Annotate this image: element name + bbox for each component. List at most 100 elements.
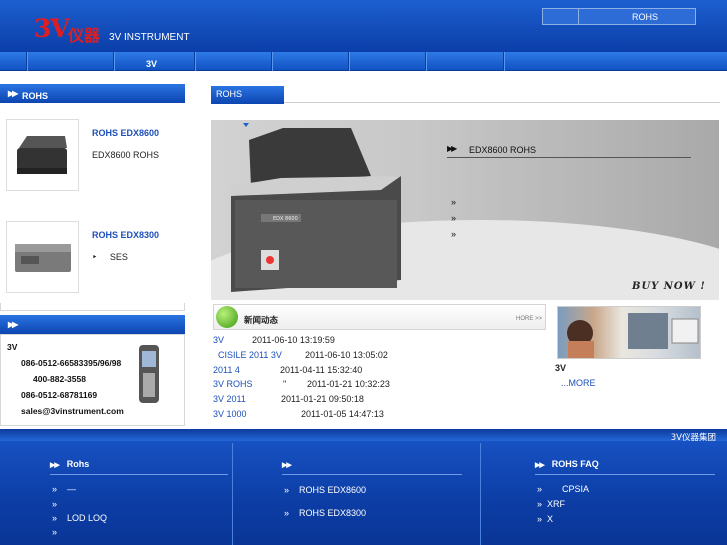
product-image-edx8300[interactable]: [6, 221, 79, 293]
contact-company: 3V: [7, 342, 18, 352]
footer-col2-item-label: ROHS EDX8600: [299, 485, 367, 495]
footer-col3-item-label: CPSIA: [562, 484, 590, 494]
logo-cn[interactable]: 仪器: [68, 22, 100, 46]
footer-col3-item[interactable]: » X: [537, 514, 553, 524]
news-item[interactable]: 3V 2011 2011-01-21 09:50:18: [213, 394, 364, 404]
nav-separator: [271, 52, 273, 71]
news-item-mark: ": [283, 379, 287, 389]
news-item-title[interactable]: 3V ROHS: [213, 379, 253, 389]
top-link-rohs[interactable]: ROHS: [632, 12, 658, 22]
contact-phone2: 400-882-3558: [33, 374, 86, 384]
product-desc-edx8600: EDX8600 ROHS: [92, 150, 160, 160]
footer-top-bar: 3V仪器集团: [0, 429, 727, 443]
edx8600-machine-image: EDX 8600: [231, 123, 401, 292]
products-heading-label: ROHS: [22, 91, 49, 101]
banner-title: EDX8600 ROHS: [469, 145, 537, 155]
nav-separator: [113, 52, 115, 71]
footer-rule: [50, 474, 228, 475]
products-panel: ROHS EDX8600 EDX8600 ROHS ROHS EDX8300 ‣…: [0, 104, 185, 300]
banner-bullet: »: [451, 229, 457, 239]
footer-col1-item[interactable]: » LOD LOQ: [52, 513, 107, 523]
news-item-date: 2011-06-10 13:05:02: [305, 350, 388, 360]
banner-bullet: »: [451, 213, 457, 223]
page: 3V 仪器 3V INSTRUMENT ROHS 3V ▶▶ ROHS ROHS: [0, 0, 727, 545]
footer-col2-heading: ▶▶: [282, 459, 299, 469]
news-item-date: 2011-01-05 14:47:13: [301, 409, 384, 419]
banner-rule: [447, 157, 691, 158]
footer-col1-item[interactable]: » —: [52, 484, 76, 494]
double-arrow-icon: ▶▶: [8, 320, 18, 329]
footer-col1-item-label: LOD LOQ: [67, 513, 108, 523]
banner-bullet: »: [451, 197, 457, 207]
lab-photo-caption: 3V: [555, 363, 567, 373]
logo-en: 3V INSTRUMENT: [109, 32, 190, 43]
footer-rule: [535, 474, 715, 475]
news-item[interactable]: 3V 1000 2011-01-05 14:47:13: [213, 409, 384, 419]
footer-col3-item-label: XRF: [547, 499, 566, 509]
tab-rohs[interactable]: ROHS: [211, 86, 284, 104]
news-title: 新闻动态: [244, 315, 279, 325]
news-item-title[interactable]: CISILE 2011 3V: [218, 350, 282, 360]
news-item-title[interactable]: 3V: [213, 335, 224, 345]
news-item-date: 2011-06-10 13:19:59: [252, 335, 335, 345]
tab-underline: [284, 102, 720, 103]
footer-col1-heading-label: Rohs: [66, 459, 90, 469]
top-links: ROHS: [542, 8, 696, 25]
contact-phone3: 086-0512-68781169: [21, 390, 98, 400]
product-desc-edx8300: ‣ SES: [92, 252, 128, 262]
footer-col3-item[interactable]: » XRF: [537, 499, 565, 509]
footer-col2-item-label: ROHS EDX8300: [299, 508, 367, 518]
footer-divider: [232, 443, 233, 545]
footer-col3-item[interactable]: » CPSIA: [537, 484, 589, 494]
double-arrow-icon: ▶▶: [8, 89, 18, 98]
footer-col1-item[interactable]: »: [52, 527, 57, 537]
news-heading: 新闻动态 HORE >>: [213, 304, 546, 330]
news-item-title[interactable]: 3V 2011: [213, 394, 246, 404]
news-item[interactable]: CISILE 2011 3V 2011-06-10 13:05:02: [218, 350, 388, 360]
double-arrow-icon: ▶▶: [282, 462, 292, 469]
nav-separator: [26, 52, 28, 71]
tab-rohs-label: ROHS: [216, 89, 243, 99]
nav-item-3v[interactable]: 3V: [146, 59, 157, 69]
news-more-link[interactable]: HORE >>: [516, 316, 542, 322]
product-image-edx8600[interactable]: [6, 119, 79, 191]
news-item-date: 2011-04-11 15:32:40: [280, 365, 363, 375]
logo-3v[interactable]: 3V: [34, 14, 70, 43]
lab-photo-illustration: [567, 313, 699, 358]
products-heading: ▶▶ ROHS: [0, 84, 185, 103]
footer-col3-item-label: X: [547, 514, 554, 524]
buy-now-button[interactable]: BUY NOW !: [632, 281, 706, 292]
product-banner[interactable]: EDX 8600 ▶▶ EDX8600 ROHS » » » BUY NOW !: [211, 120, 719, 300]
contact-email[interactable]: sales@3vinstrument.com: [21, 406, 124, 416]
nav-separator: [425, 52, 427, 71]
news-item-title[interactable]: 2011 4: [213, 365, 240, 375]
footer-col2-item[interactable]: » ROHS EDX8600: [284, 485, 366, 495]
footer-rule: [282, 474, 462, 475]
product-title-edx8600[interactable]: ROHS EDX8600: [92, 128, 159, 138]
footer-col2-item[interactable]: » ROHS EDX8300: [284, 508, 366, 518]
footer-col3-heading: ▶▶ ROHS FAQ: [535, 459, 599, 469]
news-item[interactable]: 2011 4 2011-04-11 15:32:40: [213, 365, 362, 375]
product-title-edx8300[interactable]: ROHS EDX8300: [92, 230, 159, 240]
footer: 3V仪器集团 ▶▶ Rohs » — » » LOD LOQ » ▶▶ » ROH…: [0, 429, 727, 545]
news-item-title[interactable]: 3V 1000: [213, 409, 247, 419]
footer-col1-item-label: —: [67, 484, 77, 494]
phone-icon: [139, 345, 159, 403]
footer-col3-heading-label: ROHS FAQ: [551, 459, 599, 469]
top-link-divider: [578, 9, 579, 24]
lab-photo[interactable]: [557, 306, 701, 359]
footer-col1-item[interactable]: »: [52, 499, 57, 509]
globe-icon: [216, 306, 238, 328]
double-arrow-icon: ▶▶: [50, 462, 60, 469]
footer-brand: 3V仪器集团: [670, 433, 716, 443]
more-link[interactable]: ...MORE: [561, 378, 596, 388]
news-item[interactable]: 3V ROHS " 2011-01-21 10:32:23: [213, 379, 390, 389]
machine-label: EDX 8600: [273, 216, 298, 222]
contact-heading: ▶▶: [0, 315, 185, 334]
news-item-date: 2011-01-21 10:32:23: [307, 379, 390, 389]
contact-phone1: 086-0512-66583395/96/98: [21, 358, 122, 368]
product-desc-edx8300-text: SES: [109, 252, 128, 262]
nav-separator: [348, 52, 350, 71]
news-item[interactable]: 3V 2011-06-10 13:19:59: [213, 335, 335, 345]
contact-panel: 3V 086-0512-66583395/96/98 400-882-3558 …: [0, 334, 185, 426]
